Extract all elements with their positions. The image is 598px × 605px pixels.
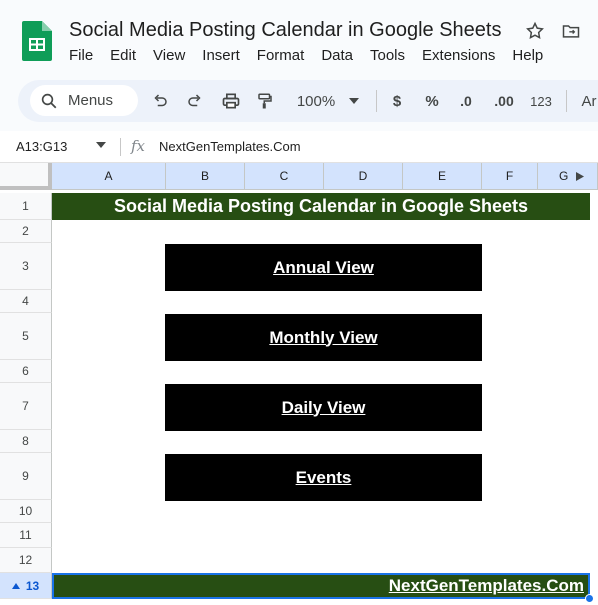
- move-to-folder-icon[interactable]: [560, 20, 582, 42]
- toolbar: Menus 100% $ % .0 .00 123 Ar: [18, 80, 598, 122]
- menu-view[interactable]: View: [153, 47, 185, 64]
- row-header-2[interactable]: 2: [0, 220, 52, 243]
- search-menus-button[interactable]: Menus: [30, 85, 138, 116]
- column-header-g[interactable]: G: [538, 163, 598, 190]
- menu-edit[interactable]: Edit: [110, 47, 136, 64]
- print-icon[interactable]: [219, 88, 243, 114]
- row-header-7[interactable]: 7: [0, 383, 52, 430]
- column-header-c[interactable]: C: [245, 163, 324, 190]
- undo-icon[interactable]: [149, 88, 171, 114]
- column-menu-icon[interactable]: [576, 171, 585, 181]
- column-header-a[interactable]: A: [52, 163, 166, 190]
- row-menu-icon[interactable]: [11, 582, 20, 589]
- menu-insert[interactable]: Insert: [202, 47, 240, 64]
- row-header-5[interactable]: 5: [0, 313, 52, 360]
- font-family-select[interactable]: Ar: [580, 88, 598, 114]
- row-header-9[interactable]: 9: [0, 453, 52, 500]
- percent-format-button[interactable]: %: [422, 88, 442, 114]
- decrease-decimal-button[interactable]: .0: [454, 88, 478, 114]
- search-menus-label: Menus: [68, 92, 114, 109]
- column-header-e[interactable]: E: [403, 163, 482, 190]
- formula-bar: A13:G13 fx NextGenTemplates.Com: [0, 131, 598, 163]
- menu-file[interactable]: File: [69, 47, 93, 64]
- monthly-view-button[interactable]: Monthly View: [165, 314, 482, 361]
- redo-icon[interactable]: [184, 88, 206, 114]
- row-header-3[interactable]: 3: [0, 243, 52, 290]
- events-button[interactable]: Events: [165, 454, 482, 501]
- toolbar-divider: [566, 90, 567, 112]
- selection-fill-handle[interactable]: [585, 594, 594, 603]
- daily-view-button[interactable]: Daily View: [165, 384, 482, 431]
- number-format-button[interactable]: 123: [528, 88, 554, 114]
- currency-format-button[interactable]: $: [388, 88, 406, 114]
- fx-icon: fx: [131, 137, 146, 155]
- row-header-13[interactable]: 13: [0, 573, 52, 599]
- formula-input[interactable]: NextGenTemplates.Com: [159, 139, 301, 154]
- zoom-value[interactable]: 100%: [293, 88, 339, 114]
- sheets-app: Social Media Posting Calendar in Google …: [0, 0, 598, 605]
- column-header-f[interactable]: F: [482, 163, 538, 190]
- toolbar-divider: [376, 90, 377, 112]
- sheet-grid[interactable]: A B C D E F G 1 2 3 4 5 6 7 8 9 10 11 12…: [0, 163, 598, 605]
- column-header-b[interactable]: B: [166, 163, 245, 190]
- row-header-11[interactable]: 11: [0, 523, 52, 548]
- menu-tools[interactable]: Tools: [370, 47, 405, 64]
- menu-help[interactable]: Help: [512, 47, 543, 64]
- row-header-6[interactable]: 6: [0, 360, 52, 383]
- row-header-12[interactable]: 12: [0, 548, 52, 573]
- row-header-1[interactable]: 1: [0, 193, 52, 220]
- menu-bar: File Edit View Insert Format Data Tools …: [69, 47, 560, 64]
- column-header-g-label: G: [559, 169, 569, 183]
- row-header-8[interactable]: 8: [0, 430, 52, 453]
- name-box[interactable]: A13:G13: [16, 139, 67, 154]
- document-title[interactable]: Social Media Posting Calendar in Google …: [69, 19, 501, 42]
- annual-view-button[interactable]: Annual View: [165, 244, 482, 291]
- name-box-dropdown-icon[interactable]: [96, 142, 106, 148]
- star-icon[interactable]: [524, 20, 546, 42]
- sheet-title-banner: Social Media Posting Calendar in Google …: [52, 193, 590, 220]
- title-bar: Social Media Posting Calendar in Google …: [0, 0, 598, 76]
- formula-divider: [120, 138, 121, 156]
- row-header-13-label: 13: [25, 578, 40, 593]
- menu-extensions[interactable]: Extensions: [422, 47, 495, 64]
- menu-data[interactable]: Data: [321, 47, 353, 64]
- paint-format-icon[interactable]: [254, 88, 276, 114]
- row-header-4[interactable]: 4: [0, 290, 52, 313]
- footer-link-cell[interactable]: NextGenTemplates.Com: [52, 573, 590, 599]
- select-all-corner[interactable]: [0, 163, 52, 190]
- increase-decimal-button[interactable]: .00: [490, 88, 518, 114]
- row-header-10[interactable]: 10: [0, 500, 52, 523]
- search-icon: [41, 93, 57, 108]
- menu-format[interactable]: Format: [257, 47, 305, 64]
- sheets-logo-icon[interactable]: [22, 21, 52, 61]
- zoom-dropdown-icon[interactable]: [346, 88, 362, 114]
- column-header-d[interactable]: D: [324, 163, 403, 190]
